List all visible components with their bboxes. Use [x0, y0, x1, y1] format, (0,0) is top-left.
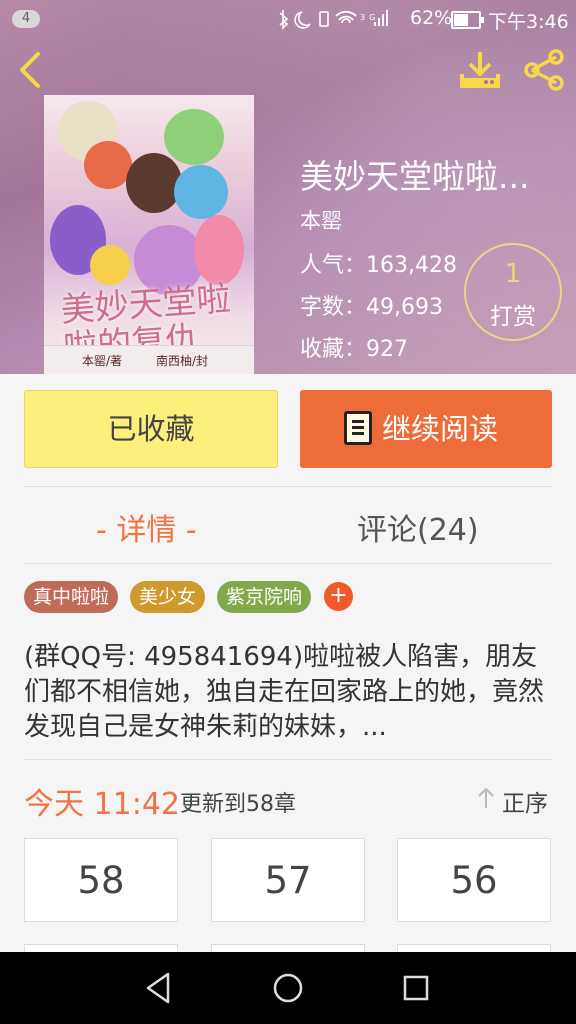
back-triangle-icon[interactable]: [136, 966, 180, 1010]
tip-label: 打赏: [490, 304, 536, 330]
tab-detail[interactable]: - 详情 -: [96, 505, 197, 549]
book-icon: [344, 411, 372, 445]
chapter-item[interactable]: 57: [211, 838, 365, 922]
tab-comments[interactable]: 评论(24): [357, 505, 479, 549]
book-title: 美妙天堂啦啦...: [300, 157, 530, 196]
popularity-stat: 人气：163,428: [300, 253, 457, 278]
cover-art-figure: [84, 141, 132, 189]
back-button[interactable]: [12, 50, 52, 90]
tip-count: 1: [504, 259, 522, 289]
vibrate-icon: [319, 11, 329, 27]
sort-label: 正序: [502, 791, 548, 817]
bluetooth-icon: [279, 10, 289, 30]
update-text: 更新到58章: [180, 792, 296, 817]
share-button[interactable]: [520, 48, 568, 92]
recents-square-icon[interactable]: [394, 966, 438, 1010]
status-icons: 3G: [276, 8, 404, 35]
clock: 下午3:46: [488, 11, 569, 33]
cover-art-figure: [90, 245, 130, 285]
back-icon: [20, 52, 40, 88]
home-circle-icon[interactable]: [266, 966, 310, 1010]
download-icon: [460, 52, 500, 88]
continue-reading-label: 继续阅读: [382, 412, 499, 446]
sort-arrow-icon: [478, 787, 494, 808]
signal-label: 3G: [360, 13, 379, 22]
book-cover[interactable]: 美妙天堂啦啦的复仇 本罂/著 南西柚/封: [44, 95, 254, 374]
chapter-item[interactable]: 58: [24, 838, 178, 922]
tip-button[interactable]: 1 打赏: [464, 243, 562, 341]
moon-icon: [294, 11, 311, 29]
download-button[interactable]: [456, 48, 504, 92]
battery-percent: 62%: [410, 7, 453, 29]
favorited-button[interactable]: 已收藏: [24, 390, 278, 468]
chapter-item[interactable]: 56: [397, 838, 551, 922]
cover-art-figure: [174, 165, 228, 219]
book-author[interactable]: 本罂: [300, 205, 342, 235]
update-time: 今天 11:42: [24, 787, 180, 822]
status-bar: 4 3G 62% 下午3:46: [0, 0, 576, 38]
notification-badge: 4: [12, 10, 40, 28]
cover-art-figure: [194, 215, 244, 285]
divider: [24, 486, 552, 487]
tag-chip[interactable]: 美少女: [130, 581, 206, 613]
wifi-icon: [335, 10, 357, 24]
favorites-stat: 收藏：927: [300, 337, 408, 362]
book-description[interactable]: (群QQ号: 495841694)啦啦被人陷害，朋友们都不相信她，独自走在回家路…: [24, 640, 554, 745]
share-icon: [524, 49, 564, 91]
divider: [24, 759, 552, 760]
status-icon-group: 3G: [279, 10, 388, 30]
divider: [24, 563, 552, 564]
cover-author-credit: 本罂/著: [82, 354, 123, 368]
cover-artist-credit: 南西柚/封: [156, 354, 209, 368]
battery-icon: [451, 11, 484, 29]
cover-art-figure: [164, 109, 224, 165]
tag-chip[interactable]: 真中啦啦: [24, 581, 119, 613]
word-count-stat: 字数：49,693: [300, 295, 443, 320]
continue-reading-button[interactable]: 继续阅读: [300, 390, 552, 468]
add-tag-button[interactable]: +: [324, 582, 353, 611]
cover-credits: 本罂/著 南西柚/封: [44, 345, 254, 374]
cover-art-figure: [126, 153, 182, 213]
system-nav-bar: [0, 952, 576, 1024]
tag-chip[interactable]: 紫京院响: [217, 581, 312, 613]
